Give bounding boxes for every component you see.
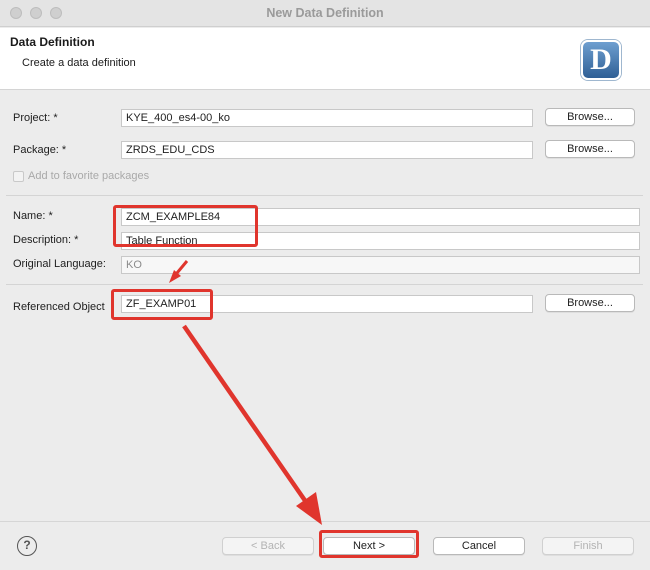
referenced-object-highlight-box bbox=[111, 289, 213, 320]
package-field[interactable]: ZRDS_EDU_CDS bbox=[121, 141, 533, 159]
next-button-highlight-box bbox=[319, 530, 419, 558]
referenced-object-browse-button[interactable]: Browse... bbox=[545, 294, 635, 312]
original-language-field: KO bbox=[121, 256, 640, 274]
name-description-highlight-box bbox=[113, 205, 258, 247]
original-language-label: Original Language: bbox=[13, 258, 106, 270]
back-button[interactable]: < Back bbox=[222, 537, 314, 555]
project-label: Project: * bbox=[13, 112, 58, 124]
page-subtitle: Create a data definition bbox=[22, 57, 136, 69]
project-field[interactable]: KYE_400_es4-00_ko bbox=[121, 109, 533, 127]
package-label: Package: * bbox=[13, 144, 67, 156]
project-browse-button[interactable]: Browse... bbox=[545, 108, 635, 126]
name-label: Name: * bbox=[13, 210, 53, 222]
data-definition-logo-icon: D bbox=[581, 40, 621, 80]
wizard-header: Data Definition Create a data definition… bbox=[0, 28, 650, 90]
cancel-button[interactable]: Cancel bbox=[433, 537, 525, 555]
referenced-object-label: Referenced Object bbox=[13, 301, 105, 313]
description-label: Description: * bbox=[13, 234, 79, 246]
finish-button[interactable]: Finish bbox=[542, 537, 634, 555]
favorite-checkbox-label: Add to favorite packages bbox=[28, 170, 150, 182]
window-title: New Data Definition bbox=[266, 6, 384, 20]
help-icon[interactable]: ? bbox=[17, 536, 37, 556]
favorite-checkbox[interactable] bbox=[13, 171, 24, 182]
package-browse-button[interactable]: Browse... bbox=[545, 140, 635, 158]
separator bbox=[6, 284, 643, 285]
annotation-arrow-long bbox=[182, 324, 308, 504]
page-title: Data Definition bbox=[10, 35, 95, 49]
window-titlebar: New Data Definition bbox=[0, 0, 650, 27]
separator bbox=[6, 195, 643, 196]
